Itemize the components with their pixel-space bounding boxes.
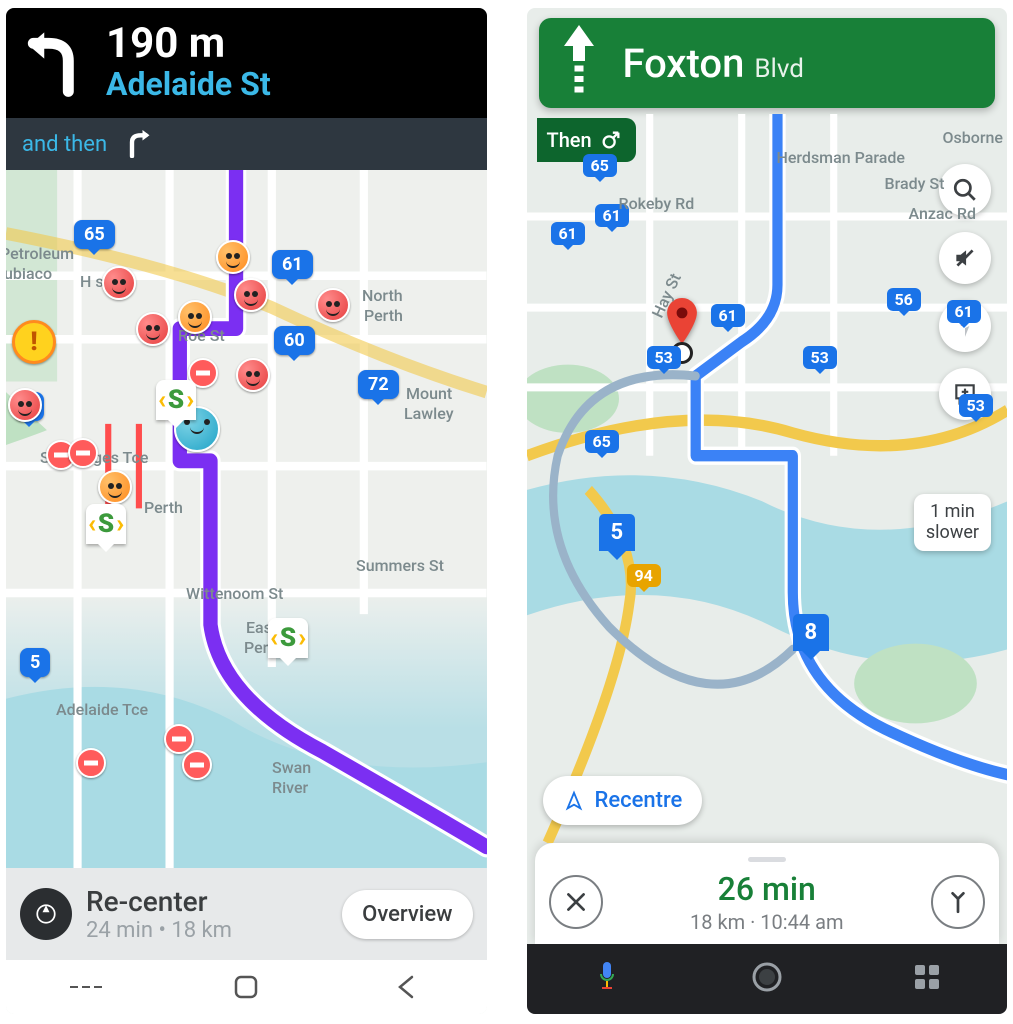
voice-button[interactable] bbox=[590, 960, 624, 998]
waze-direction-text: 190 m Adelaide St bbox=[106, 23, 271, 103]
drag-handle[interactable] bbox=[748, 857, 786, 862]
route-shield: 65 bbox=[585, 430, 619, 453]
wazer-icon[interactable] bbox=[178, 300, 212, 334]
route-shield: 60 bbox=[274, 326, 315, 355]
gmaps-direction-banner[interactable]: Foxton Blvd bbox=[539, 18, 996, 108]
route-shield: 61 bbox=[947, 300, 981, 323]
eta-text: 26 min 18 km · 10:44 am bbox=[690, 870, 843, 934]
destination-pin bbox=[665, 298, 699, 348]
gmaps-map[interactable]: 1 min slower Recentre 65 61 61 53 61 53 56 61 65… bbox=[527, 114, 1008, 843]
route-shield: 56 bbox=[887, 288, 921, 311]
close-button[interactable] bbox=[549, 875, 603, 929]
wazer-icon[interactable] bbox=[316, 288, 350, 322]
back-button[interactable] bbox=[390, 971, 422, 1003]
gmaps-street: Foxton Blvd bbox=[623, 40, 804, 87]
route-shield: 53 bbox=[959, 394, 993, 417]
no-entry-icon bbox=[182, 750, 212, 780]
no-entry-icon bbox=[68, 438, 98, 468]
subway-icon[interactable]: S bbox=[86, 504, 126, 544]
waze-bottom-card: Re-center 24 min • 18 km Overview bbox=[6, 868, 487, 960]
waze-screenshot: 190 m Adelaide St and then bbox=[6, 8, 487, 1014]
grid-icon bbox=[910, 960, 944, 994]
alt-routes-icon bbox=[945, 889, 971, 915]
recenter-icon[interactable] bbox=[20, 888, 72, 940]
speaker-mute-icon bbox=[952, 245, 978, 271]
wazer-icon[interactable] bbox=[102, 266, 136, 300]
route-shield: 94 bbox=[627, 564, 661, 587]
search-button[interactable] bbox=[939, 164, 991, 216]
route-shield: 5 bbox=[599, 514, 636, 551]
recentre-button[interactable]: Recentre bbox=[543, 776, 703, 825]
route-shield: 61 bbox=[711, 304, 745, 327]
gmaps-eta-card[interactable]: 26 min 18 km · 10:44 am bbox=[535, 843, 1000, 944]
wazer-icon[interactable] bbox=[236, 358, 270, 392]
routes-button[interactable] bbox=[931, 875, 985, 929]
android-auto-bar bbox=[527, 944, 1008, 1014]
gmaps-screenshot: Foxton Blvd Then bbox=[527, 8, 1008, 1014]
wazer-icon[interactable] bbox=[234, 278, 268, 312]
waze-distance: 190 m bbox=[106, 23, 271, 65]
and-then-label: and then bbox=[22, 132, 107, 157]
route-shield: 61 bbox=[551, 222, 585, 245]
wazer-icon[interactable] bbox=[216, 240, 250, 274]
no-entry-icon bbox=[76, 748, 106, 778]
route-shield: 53 bbox=[803, 346, 837, 369]
wazer-icon[interactable] bbox=[8, 388, 42, 422]
recenter-label[interactable]: Re-center bbox=[86, 885, 328, 918]
recents-button[interactable] bbox=[70, 971, 102, 1003]
route-shield: 61 bbox=[272, 250, 313, 279]
route-shield: 65 bbox=[74, 220, 115, 249]
android-nav-bar bbox=[6, 960, 487, 1014]
alt-route-chip[interactable]: 1 min slower bbox=[914, 494, 991, 551]
search-icon bbox=[952, 177, 978, 203]
route-shield: 72 bbox=[358, 370, 399, 399]
no-entry-icon bbox=[164, 724, 194, 754]
continue-straight-icon bbox=[561, 25, 597, 101]
waze-map[interactable]: 6561607225PetroleumubiacoH stRoe StNorth… bbox=[6, 170, 487, 868]
app-grid-button[interactable] bbox=[910, 960, 944, 998]
waze-direction-banner[interactable]: 190 m Adelaide St bbox=[6, 8, 487, 118]
wazer-icon[interactable] bbox=[136, 312, 170, 346]
close-icon bbox=[563, 889, 589, 915]
turn-left-icon bbox=[18, 28, 88, 98]
hazard-icon[interactable]: ! bbox=[12, 320, 56, 364]
waze-eta-line: 24 min • 18 km bbox=[86, 918, 328, 943]
circle-icon bbox=[750, 960, 784, 994]
turn-right-icon bbox=[125, 130, 153, 158]
route-shield: 65 bbox=[583, 154, 617, 177]
route-shield: 53 bbox=[647, 346, 681, 369]
waze-street: Adelaide St bbox=[106, 65, 271, 103]
waze-and-then-bar[interactable]: and then bbox=[6, 118, 487, 170]
home-button[interactable] bbox=[230, 971, 262, 1003]
mute-button[interactable] bbox=[939, 232, 991, 284]
route-shield: 8 bbox=[793, 614, 830, 651]
overview-button[interactable]: Overview bbox=[342, 890, 472, 939]
subway-icon[interactable]: S bbox=[268, 618, 308, 658]
subway-icon[interactable]: S bbox=[156, 380, 196, 420]
auto-home-button[interactable] bbox=[750, 960, 784, 998]
nav-arrow-icon bbox=[563, 790, 585, 812]
route-shield: 5 bbox=[20, 648, 50, 677]
wazer-icon[interactable] bbox=[98, 470, 132, 504]
route-shield: 61 bbox=[595, 204, 629, 227]
mic-icon bbox=[590, 960, 624, 994]
